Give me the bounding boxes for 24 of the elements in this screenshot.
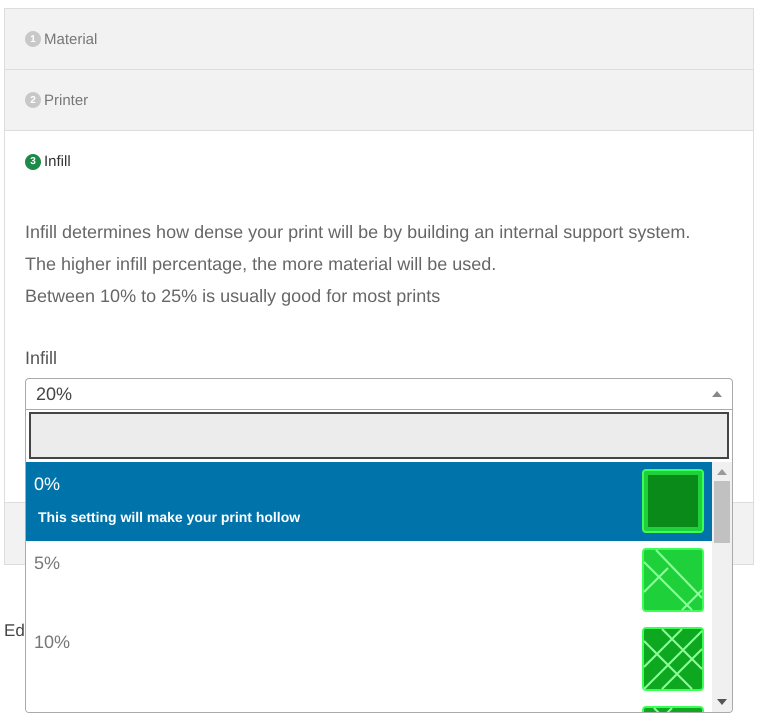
description-text: Between 10% to 25% is usually good for most prints	[25, 285, 442, 308]
scroll-up-icon[interactable]	[717, 469, 727, 475]
infill-select[interactable]: 20%	[25, 378, 733, 410]
step-title: Material	[44, 30, 98, 48]
caret-icon	[712, 391, 722, 397]
field-label: Infill	[25, 348, 58, 370]
step-title: Printer	[44, 92, 88, 108]
scroll-down-icon[interactable]	[717, 699, 727, 705]
option-label: 5%	[34, 553, 60, 574]
description-text: Infill determines how dense your print will be by building an internal support system.	[25, 221, 692, 244]
dropdown-option[interactable]: 0% This setting will make your print hollow	[26, 462, 712, 541]
description-text: The higher infill percentage, the more material will be used.	[25, 253, 498, 276]
option-label: 0%	[34, 474, 62, 495]
infill-pattern-icon	[642, 548, 704, 612]
scrollbar[interactable]	[712, 462, 732, 712]
infill-pattern-icon	[642, 627, 704, 691]
cut-off-text: Ed	[4, 621, 26, 641]
step-title: Infill	[44, 153, 71, 170]
step-number-badge: 3	[25, 154, 41, 170]
scrollbar-thumb[interactable]	[714, 481, 730, 543]
infill-pattern-icon	[642, 469, 704, 533]
option-label: 10%	[34, 632, 70, 653]
search-field[interactable]	[29, 412, 729, 459]
option-note: This setting will make your print hollow	[37, 509, 300, 525]
